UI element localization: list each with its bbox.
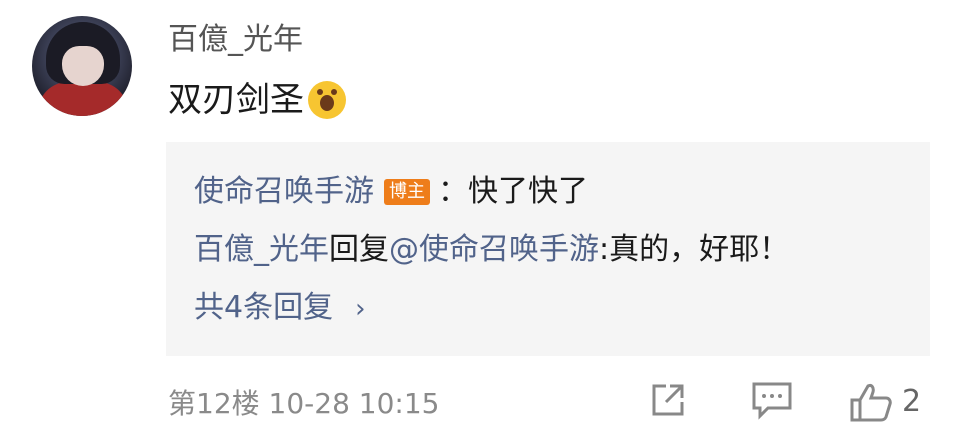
reply-author[interactable]: 使命召唤手游: [194, 174, 374, 209]
blogger-badge: 博主: [384, 179, 430, 205]
crying-laughing-emoji-icon: [308, 81, 346, 119]
reply-action: 回复: [329, 232, 389, 267]
comment-icon[interactable]: [750, 380, 794, 420]
thumbs-up-icon[interactable]: [848, 380, 894, 424]
avatar[interactable]: [32, 16, 132, 116]
avatar-scarf: [38, 82, 128, 116]
comment-text: 双刃剑圣: [168, 80, 304, 120]
reply-text: :真的，好耶！: [599, 232, 790, 267]
reply-mention[interactable]: @使命召唤手游: [389, 232, 599, 267]
reply-box[interactable]: 使命召唤手游 博主 ：快了快了 百億_光年回复@使命召唤手游:真的，好耶！ 共4条回…: [166, 142, 930, 356]
like-count: 2: [902, 384, 922, 419]
more-replies-label: 共4条回复: [194, 290, 334, 325]
more-replies-link[interactable]: 共4条回复 ›: [194, 288, 366, 329]
comment-text-row: 双刃剑圣: [168, 78, 346, 122]
reply-separator: ：: [438, 174, 468, 209]
floor-and-timestamp: 第12楼 10-28 10:15: [168, 387, 440, 420]
reply-line: 百億_光年回复@使命召唤手游:真的，好耶！: [194, 230, 789, 270]
comment-username[interactable]: 百億_光年: [168, 22, 303, 58]
reply-text: 快了快了: [468, 174, 588, 209]
reply-author[interactable]: 百億_光年: [194, 232, 329, 267]
chevron-right-icon: ›: [355, 294, 366, 324]
reply-line: 使命召唤手游 博主 ：快了快了: [194, 172, 588, 212]
share-icon[interactable]: [648, 380, 688, 420]
avatar-face: [62, 46, 104, 86]
